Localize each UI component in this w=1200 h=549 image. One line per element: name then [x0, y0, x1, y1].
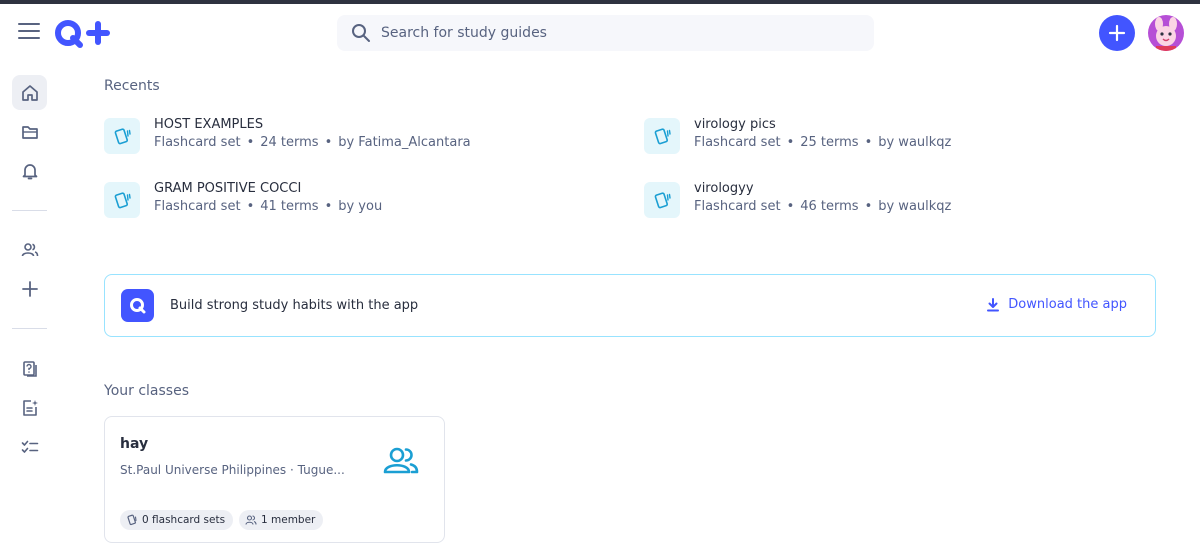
- download-icon: [987, 297, 1000, 311]
- avatar[interactable]: [1148, 15, 1184, 51]
- flashcard-set-icon: [104, 118, 140, 154]
- document-sparkle-icon: [22, 399, 38, 416]
- recent-item[interactable]: virologyy Flashcard set • 46 terms • by waul…: [644, 181, 1104, 221]
- menu-icon[interactable]: [18, 23, 40, 41]
- recent-title: HOST EXAMPLES: [154, 117, 264, 132]
- home-icon: [21, 84, 38, 101]
- sidebar-item-checklist[interactable]: [12, 429, 47, 464]
- create-button[interactable]: [1099, 15, 1135, 51]
- recent-meta: Flashcard set • 24 terms • by Fatima_Alcanta…: [154, 135, 471, 150]
- recent-title: virologyy: [694, 181, 754, 196]
- search-bar[interactable]: [337, 15, 874, 51]
- quizlet-plus-logo[interactable]: [54, 16, 114, 50]
- window-top-border: [0, 0, 1200, 4]
- class-name: hay: [120, 436, 149, 452]
- recent-meta: Flashcard set • 41 terms • by you: [154, 199, 383, 214]
- recent-item[interactable]: virology pics Flashcard set • 25 terms • by …: [644, 117, 1104, 157]
- quizlet-app-logo: [121, 289, 154, 322]
- folder-icon: [21, 125, 38, 139]
- checklist-icon: [21, 440, 38, 453]
- people-icon: [21, 242, 38, 256]
- sidebar-item-notifications[interactable]: [12, 153, 47, 188]
- people-icon: [245, 515, 257, 525]
- flashcard-set-icon: [104, 182, 140, 218]
- flashcard-set-icon: [127, 514, 137, 526]
- recent-meta: Flashcard set • 46 terms • by waulkqz: [694, 199, 952, 214]
- avatar-image: [1148, 15, 1184, 51]
- banner-text: Build strong study habits with the app: [170, 298, 419, 313]
- sidebar-divider: [12, 210, 47, 211]
- app-promo-banner: Build strong study habits with the app D…: [104, 274, 1156, 337]
- download-app-link[interactable]: Download the app: [986, 297, 1127, 312]
- people-icon: [383, 447, 419, 474]
- question-document-icon: [22, 360, 37, 377]
- bell-icon: [22, 163, 37, 179]
- download-app-label: Download the app: [1008, 297, 1127, 312]
- recent-title: virology pics: [694, 117, 776, 132]
- sidebar-item-classes[interactable]: [12, 232, 47, 267]
- sidebar-item-expert-solutions[interactable]: [12, 390, 47, 425]
- recents-title: Recents: [104, 78, 160, 94]
- recent-item[interactable]: GRAM POSITIVE COCCI Flashcard set • 41 ter…: [104, 181, 564, 221]
- your-classes-title: Your classes: [104, 383, 189, 399]
- recent-item[interactable]: HOST EXAMPLES Flashcard set • 24 terms • by …: [104, 117, 564, 157]
- plus-icon: [1108, 24, 1126, 42]
- flashcard-set-icon: [644, 182, 680, 218]
- search-input[interactable]: [381, 18, 861, 48]
- sidebar-item-practice-tests[interactable]: [12, 351, 47, 386]
- flashcard-set-icon: [644, 118, 680, 154]
- flashcard-sets-badge: 0 flashcard sets: [120, 510, 234, 530]
- recent-title: GRAM POSITIVE COCCI: [154, 181, 302, 196]
- members-badge: 1 member: [239, 510, 324, 530]
- search-icon: [352, 24, 370, 42]
- sidebar-divider: [12, 328, 47, 329]
- sidebar-item-create[interactable]: [12, 271, 47, 306]
- sidebar-item-home[interactable]: [12, 75, 47, 110]
- sidebar-item-folders[interactable]: [12, 114, 47, 149]
- class-school: St.Paul Universe Philippines · Tugue...: [120, 463, 345, 477]
- recent-meta: Flashcard set • 25 terms • by waulkqz: [694, 135, 952, 150]
- class-card[interactable]: hay St.Paul Universe Philippines · Tugue…: [104, 416, 445, 543]
- plus-icon: [21, 280, 38, 297]
